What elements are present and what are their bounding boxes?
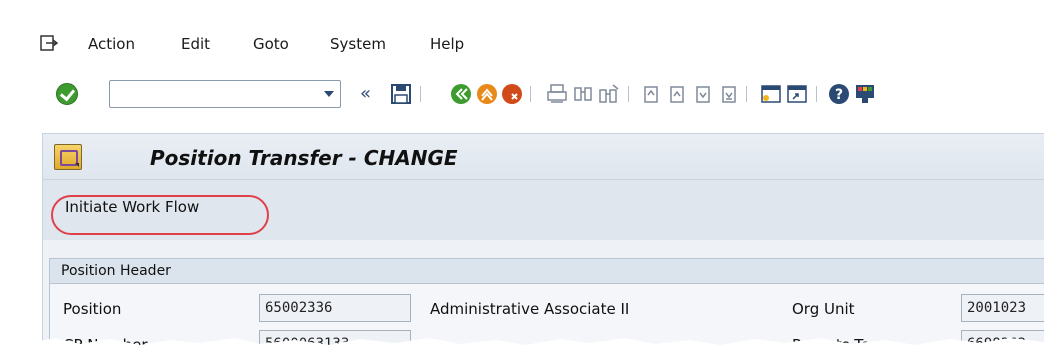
toolbar-separator (816, 86, 817, 102)
page-title: Position Transfer - CHANGE (150, 146, 458, 170)
menu-goto[interactable]: Goto (253, 35, 289, 53)
standard-toolbar: « ? (0, 74, 1044, 120)
application-toolbar: Initiate Work Flow (42, 180, 1044, 240)
next-page-icon[interactable] (692, 83, 714, 105)
group-title: Position Header (61, 263, 171, 279)
transaction-menu-icon[interactable] (54, 144, 82, 170)
menu-action[interactable]: Action (88, 35, 135, 53)
ok-icon[interactable] (56, 83, 78, 105)
back-icon[interactable] (450, 83, 472, 105)
cancel-icon[interactable] (501, 83, 523, 105)
find-icon[interactable] (572, 83, 594, 105)
svg-text:?: ? (835, 87, 843, 103)
position-header-group: Position Header (49, 258, 1044, 284)
menu-edit[interactable]: Edit (181, 35, 210, 53)
first-page-icon[interactable] (640, 83, 662, 105)
org-unit-field[interactable]: 2001023 (961, 294, 1044, 322)
exit-icon[interactable] (476, 83, 498, 105)
position-label: Position (63, 300, 122, 318)
menu-help[interactable]: Help (430, 35, 464, 53)
dropdown-arrow-icon[interactable] (324, 91, 334, 97)
menu-toggle-icon[interactable] (40, 35, 58, 51)
back-arrows-icon[interactable]: « (360, 82, 371, 106)
find-next-icon[interactable] (598, 83, 620, 105)
command-field[interactable] (109, 80, 341, 108)
toolbar-separator (628, 86, 629, 102)
toolbar-separator (420, 86, 421, 102)
toolbar-separator (530, 86, 531, 102)
toolbar-separator (746, 86, 747, 102)
position-field[interactable]: 65002336 (259, 294, 411, 322)
initiate-workflow-button[interactable]: Initiate Work Flow (57, 194, 207, 220)
help-icon[interactable]: ? (828, 83, 850, 105)
menu-system[interactable]: System (330, 35, 386, 53)
create-session-icon[interactable] (760, 83, 782, 105)
org-unit-label: Org Unit (792, 300, 855, 318)
title-bar: Position Transfer - CHANGE (42, 133, 1044, 180)
save-icon[interactable] (390, 83, 412, 105)
torn-edge (0, 338, 1044, 351)
generate-shortcut-icon[interactable] (786, 83, 808, 105)
print-icon[interactable] (546, 83, 568, 105)
last-page-icon[interactable] (718, 83, 740, 105)
layout-menu-icon[interactable] (854, 83, 876, 105)
position-description: Administrative Associate II (430, 300, 630, 318)
previous-page-icon[interactable] (666, 83, 688, 105)
